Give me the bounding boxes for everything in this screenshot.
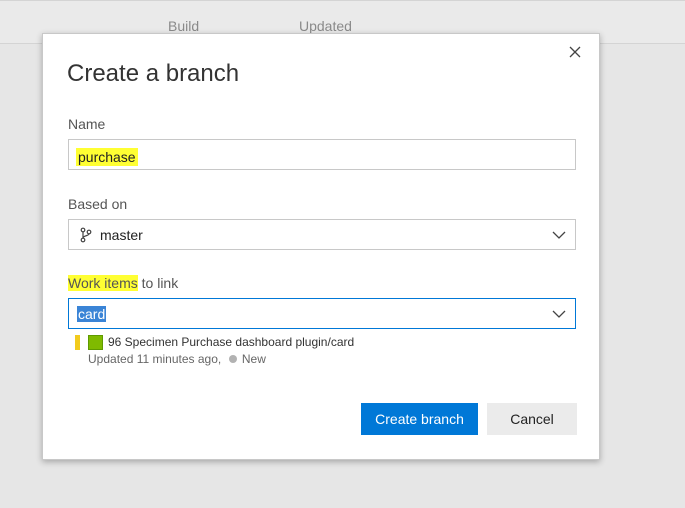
chevron-down-icon[interactable] xyxy=(551,306,567,322)
work-items-label: Work items to link xyxy=(68,275,178,291)
name-value: purchase xyxy=(76,148,138,166)
work-items-label-rest: to link xyxy=(137,275,179,291)
work-items-input-value: card xyxy=(77,306,107,322)
create-branch-button[interactable]: Create branch xyxy=(361,403,478,435)
based-on-value: master xyxy=(100,227,143,243)
chevron-down-icon[interactable] xyxy=(551,227,567,243)
name-field[interactable]: purchase xyxy=(68,139,576,170)
column-updated[interactable]: Updated xyxy=(299,18,352,34)
close-icon xyxy=(569,46,581,58)
based-on-label: Based on xyxy=(68,196,128,212)
work-item-meta: Updated 11 minutes ago, New xyxy=(88,352,266,366)
work-items-search-input[interactable]: card xyxy=(68,298,576,329)
based-on-select[interactable]: master xyxy=(68,219,576,250)
name-label: Name xyxy=(68,116,106,132)
work-item-title[interactable]: 96 Specimen Purchase dashboard plugin/ca… xyxy=(108,335,354,349)
cancel-button[interactable]: Cancel xyxy=(487,403,577,435)
create-branch-dialog: Create a branch Name purchase Based on m… xyxy=(42,33,600,460)
state-dot-icon xyxy=(228,355,237,363)
close-button[interactable] xyxy=(565,42,585,62)
work-item-updated: Updated 11 minutes ago, xyxy=(88,352,222,366)
user-story-icon xyxy=(88,335,103,350)
column-build[interactable]: Build xyxy=(168,18,199,34)
dialog-title: Create a branch xyxy=(67,60,240,87)
branch-icon xyxy=(80,227,92,243)
work-items-label-highlighted: Work items xyxy=(68,275,138,291)
work-item-state: New xyxy=(241,352,266,366)
work-item-color-bar xyxy=(75,335,80,350)
work-item-result[interactable]: 96 Specimen Purchase dashboard plugin/ca… xyxy=(75,334,555,368)
